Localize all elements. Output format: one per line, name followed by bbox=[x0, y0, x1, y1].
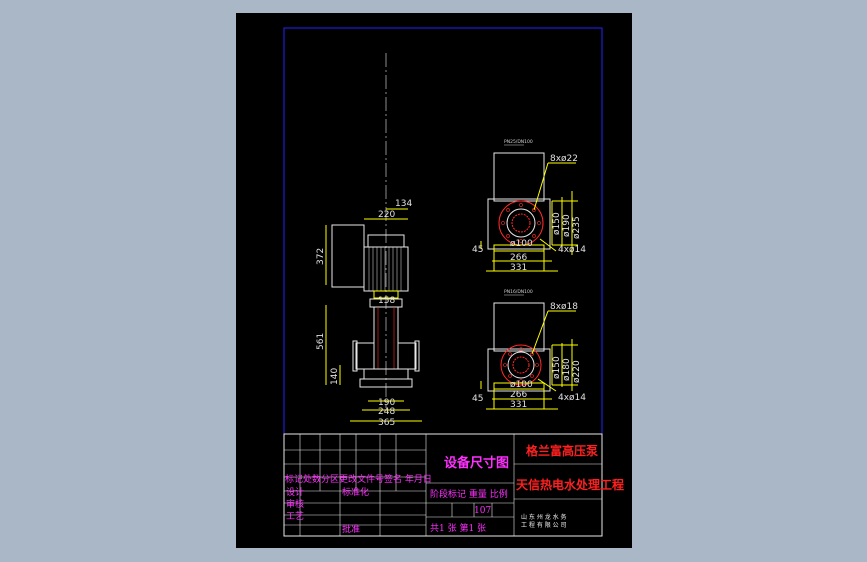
flange-bottom-spec: PN16/DN100 bbox=[504, 289, 533, 295]
flange-top-inner-circle bbox=[506, 208, 536, 238]
flange-bottom-d100: ø100 bbox=[510, 380, 533, 390]
project-name: 天信热电水处理工程 bbox=[516, 477, 624, 492]
flange-bottom-d220: ø220 bbox=[572, 360, 582, 383]
company-line-2: 工 程 有 限 公 司 bbox=[521, 521, 567, 529]
flange-bottom-inner-circle bbox=[507, 351, 535, 379]
dim-158: 158 bbox=[378, 296, 395, 306]
flange-top-pipe bbox=[493, 152, 545, 202]
company-line-1: 山 东 州 龙 水 务 bbox=[521, 513, 567, 521]
weight-value: 107 bbox=[474, 506, 491, 516]
flange-bottom-d45: 45 bbox=[472, 394, 483, 404]
product-name: 格兰富高压泵 bbox=[526, 443, 598, 458]
cad-drawing: 134 220 372 158 561 140 190 248 365 PN25… bbox=[283, 27, 624, 537]
row-design-std: 标准化 bbox=[342, 486, 369, 498]
flange-bottom-bolts: 8xø18 bbox=[550, 302, 578, 312]
pump-front-view: 134 220 372 158 561 140 190 248 365 bbox=[316, 53, 422, 428]
cad-model-space[interactable]: 134 220 372 158 561 140 190 248 365 PN25… bbox=[236, 13, 632, 548]
dim-134: 134 bbox=[395, 199, 412, 209]
flange-bottom-pipe bbox=[493, 302, 545, 352]
flange-bottom-d266: 266 bbox=[510, 390, 527, 400]
rev-header: 标记处数分区更改文件号签名 年月日 bbox=[285, 473, 432, 485]
drawing-title: 设备尺寸图 bbox=[444, 455, 509, 471]
flange-bottom-d180: ø180 bbox=[562, 358, 572, 381]
flange-top-d235: ø235 bbox=[572, 216, 582, 239]
flange-top-d190: ø190 bbox=[562, 214, 572, 237]
inlet-flange bbox=[355, 342, 375, 370]
row-check: 审核 bbox=[286, 498, 304, 510]
dim-220: 220 bbox=[378, 210, 395, 220]
dim-140: 140 bbox=[330, 368, 340, 385]
row-design: 设计 bbox=[286, 486, 304, 498]
flange-top-d150: ø150 bbox=[552, 212, 562, 235]
terminal-box bbox=[331, 224, 365, 288]
flange-view-top: PN25/DN100 8xø22 ø150 ø190 ø235 ø100 4xø… bbox=[472, 139, 586, 273]
flange-top-d266: 266 bbox=[510, 253, 527, 263]
flange-view-bottom: PN16/DN100 8xø18 ø150 ø180 ø220 ø100 4xø… bbox=[472, 289, 586, 410]
row-approve: 批准 bbox=[342, 523, 360, 535]
flange-top-bolts: 8xø22 bbox=[550, 154, 578, 164]
pump-stages bbox=[377, 307, 395, 369]
flange-bottom-d331: 331 bbox=[510, 400, 527, 410]
flange-top-d100: ø100 bbox=[510, 239, 533, 249]
row-process: 工艺 bbox=[286, 511, 304, 522]
outlet-flange bbox=[397, 342, 417, 370]
flange-top-d331: 331 bbox=[510, 263, 527, 273]
stage-header: 阶段标记 重量 比例 bbox=[430, 488, 508, 500]
flange-top-base-holes: 4xø14 bbox=[558, 245, 586, 255]
sheet-count: 共1 张 第1 张 bbox=[430, 522, 486, 534]
flange-bottom-d150: ø150 bbox=[552, 356, 562, 379]
flange-bottom-bolt-holes bbox=[503, 347, 539, 383]
dim-365: 365 bbox=[378, 418, 395, 428]
dim-372: 372 bbox=[316, 248, 326, 265]
title-block: 标记处数分区更改文件号签名 年月日 设计 标准化 审核 工艺 批准 设备尺寸图 … bbox=[283, 433, 624, 537]
flange-top-d45: 45 bbox=[472, 245, 483, 255]
flange-top-spec: PN25/DN100 bbox=[504, 139, 533, 145]
motor-fins bbox=[368, 247, 402, 291]
flange-bottom-base-holes: 4xø14 bbox=[558, 393, 586, 403]
dim-248: 248 bbox=[378, 407, 395, 417]
dim-561: 561 bbox=[316, 333, 326, 350]
pump-column bbox=[373, 306, 399, 370]
